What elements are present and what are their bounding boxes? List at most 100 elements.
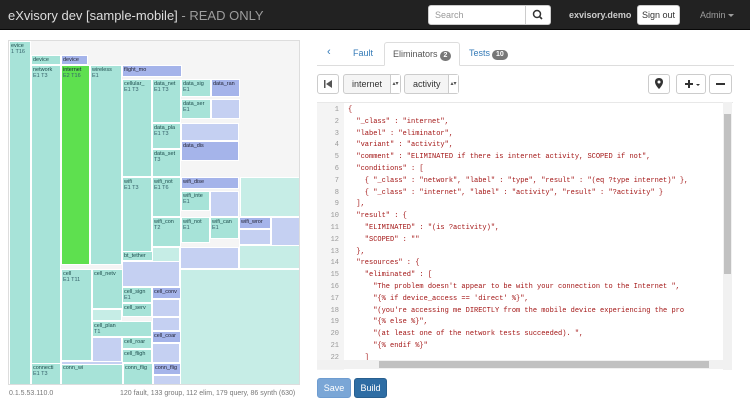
treemap-node[interactable]: data_pla E1 T3 <box>152 123 181 149</box>
treemap-node[interactable]: data_net E1 T3 <box>152 79 181 123</box>
variant-select[interactable]: activity ▴▾ <box>404 74 459 94</box>
treemap-node[interactable]: wifi_inte E1 <box>181 191 210 211</box>
treemap-node[interactable] <box>211 99 240 119</box>
treemap-node[interactable]: conn_flig <box>153 363 181 375</box>
treemap-node[interactable] <box>180 247 239 269</box>
code-line[interactable]: 16 "The problem doesn't appear to be wit… <box>317 282 733 294</box>
treemap-node[interactable] <box>152 317 180 331</box>
code-line[interactable]: 9 ], <box>317 199 733 211</box>
code-line[interactable]: 6 "conditions" : [ <box>317 164 733 176</box>
code-line[interactable]: 3 "label" : "eliminator", <box>317 129 733 141</box>
code-line[interactable]: 12 "SCOPED" : "" <box>317 235 733 247</box>
line-number: 2 <box>334 117 339 126</box>
treemap-node[interactable]: wifi E1 T3 <box>122 177 152 257</box>
treemap-node[interactable]: cell_serv <box>122 303 152 317</box>
remove-button[interactable] <box>709 74 732 94</box>
treemap-node[interactable]: wifi_con T2 <box>152 217 181 247</box>
code-line[interactable]: 15 "eliminated" : [ <box>317 270 733 282</box>
treemap-node[interactable] <box>240 177 299 217</box>
code-line[interactable]: 17 "{% if device_access == 'direct' %}", <box>317 294 733 306</box>
tab-fault[interactable]: Fault <box>345 42 381 66</box>
treemap-node[interactable]: network E1 T3 <box>31 65 61 384</box>
chevron-left-icon[interactable]: ‹ <box>327 46 331 58</box>
treemap-node[interactable]: internet E2 T16 <box>61 65 90 265</box>
treemap-node[interactable]: data_set T3 <box>152 149 181 177</box>
code-line[interactable]: 1{ <box>317 105 733 117</box>
treemap-node[interactable]: conn_wi <box>61 363 123 384</box>
code-text: "result" : { <box>348 212 407 221</box>
treemap-node[interactable]: conn_flig <box>123 363 153 384</box>
save-button[interactable]: Save <box>317 378 351 398</box>
code-line[interactable]: 4 "variant" : "activity", <box>317 140 733 152</box>
editor-tabs: ‹ Fault Eliminators 2 Tests 10 <box>317 42 734 66</box>
treemap-node[interactable] <box>152 299 180 317</box>
add-dropdown-button[interactable] <box>676 74 706 94</box>
treemap-node-label: device <box>33 57 49 63</box>
first-button[interactable] <box>317 74 339 94</box>
code-line[interactable]: 5 "comment" : "ELIMINATED if there is in… <box>317 152 733 164</box>
treemap-node[interactable] <box>92 337 122 363</box>
tab-eliminators[interactable]: Eliminators 2 <box>384 42 461 66</box>
code-line[interactable]: 13 }, <box>317 247 733 259</box>
treemap-node[interactable] <box>61 361 123 365</box>
treemap-node[interactable]: cell_plan T1 <box>92 321 152 337</box>
code-line[interactable]: 8 { "_class" : "internet", "label" : "ac… <box>317 188 733 200</box>
editor-vertical-scrollbar[interactable] <box>723 102 732 370</box>
treemap-node[interactable]: cellular_ E1 T3 <box>122 79 152 177</box>
treemap-node[interactable]: flight_mo <box>122 65 182 77</box>
version-label: 0.1.5.53.110.0 <box>9 390 54 397</box>
build-button[interactable]: Build <box>354 378 387 398</box>
treemap-node[interactable]: data_ser E1 <box>181 99 211 119</box>
search-input[interactable] <box>428 5 526 25</box>
treemap-node[interactable]: wifi_can E1 <box>210 217 239 239</box>
code-line[interactable]: 20 "(at least one of the network tests s… <box>317 329 733 341</box>
treemap-node[interactable] <box>239 229 271 245</box>
sign-out-button[interactable]: Sign out <box>637 5 680 25</box>
brand-title[interactable]: eXvisory dev [sample-mobile] - READ ONLY <box>8 8 264 23</box>
treemap-node[interactable] <box>271 217 299 247</box>
editor-horizontal-scrollbar[interactable] <box>317 360 732 369</box>
treemap-node[interactable]: data_dis <box>181 141 239 161</box>
treemap-node[interactable] <box>92 309 122 321</box>
treemap-node[interactable] <box>181 123 239 141</box>
code-line[interactable]: 7 { "_class" : "network", "label" : "typ… <box>317 176 733 188</box>
scroll-thumb[interactable] <box>724 114 731 274</box>
tab-tests[interactable]: Tests 10 <box>461 42 516 66</box>
treemap-node[interactable] <box>152 343 180 363</box>
treemap-node[interactable]: wifi_not E1 <box>181 217 210 243</box>
code-line[interactable]: 18 "(you're accessing me DIRECTLY from t… <box>317 306 733 318</box>
parent-select[interactable]: internet ▴▾ <box>343 74 401 94</box>
code-line[interactable]: 19 "{% else %}", <box>317 317 733 329</box>
treemap-node[interactable] <box>153 375 181 384</box>
treemap-node[interactable]: cell_sign E1 <box>122 287 152 303</box>
treemap-node[interactable]: wifi_not E1 T6 <box>152 177 181 217</box>
treemap-node[interactable]: cell_roar <box>122 337 152 349</box>
treemap-node[interactable]: cell_coar <box>152 331 181 343</box>
code-line[interactable]: 2 "_class" : "internet", <box>317 117 733 129</box>
treemap-node[interactable]: cell E1 T11 <box>61 269 92 361</box>
treemap-node[interactable]: device <box>31 55 61 65</box>
code-line[interactable]: 14 "resources" : { <box>317 258 733 270</box>
json-editor[interactable]: 1{2 "_class" : "internet", 3 "label" : "e… <box>317 102 733 370</box>
search-button[interactable] <box>525 5 551 25</box>
treemap-node[interactable]: evice 1 T16 <box>9 41 31 384</box>
scroll-thumb[interactable] <box>379 361 709 368</box>
admin-menu[interactable]: Admin <box>700 10 734 20</box>
treemap-node[interactable] <box>239 245 299 269</box>
locate-button[interactable] <box>648 74 670 94</box>
treemap-node[interactable]: device <box>61 55 88 65</box>
treemap-node[interactable]: cell_fligh <box>122 349 152 363</box>
treemap-node[interactable] <box>180 269 299 384</box>
treemap-node[interactable]: wifi_dise <box>181 177 239 189</box>
treemap-node[interactable] <box>210 191 239 217</box>
treemap-node[interactable]: wireless E1 <box>90 65 122 265</box>
code-line[interactable]: 11 "ELIMINATED" : "(is ?activity)", <box>317 223 733 235</box>
treemap-node[interactable]: connecti E1 T3 <box>31 363 61 384</box>
code-line[interactable]: 10 "result" : { <box>317 211 733 223</box>
treemap-node[interactable]: data_sig E1 <box>181 79 211 97</box>
code-line[interactable]: 21 "{% endif %}" <box>317 341 733 353</box>
treemap-node[interactable]: data_ran <box>211 79 240 97</box>
treemap-node[interactable] <box>122 261 180 287</box>
treemap-node[interactable]: cell_conv <box>152 287 181 299</box>
treemap-node[interactable]: wifi_wror <box>239 217 271 229</box>
